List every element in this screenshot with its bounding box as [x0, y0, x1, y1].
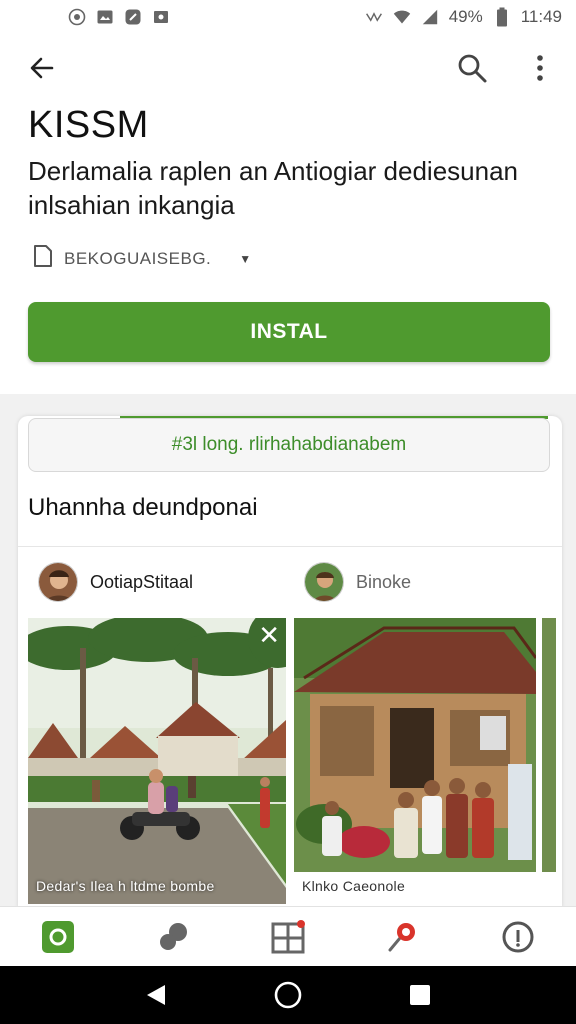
recents-square-icon[interactable] [400, 975, 440, 1015]
content-card: #3l long. rlirhahabdianabem Uhannha deun… [18, 416, 562, 908]
avatar [38, 562, 78, 602]
banner-text: #3l long. rlirhahabdianabem [171, 434, 407, 455]
system-navigation [0, 966, 576, 1024]
promo-banner[interactable]: #3l long. rlirhahabdianabem [28, 418, 550, 472]
meta-label: BEKOGUAISEBG. [64, 248, 212, 268]
avatar [304, 562, 344, 602]
photo-caption: Dedar's Ilea h ltdme bombe [36, 878, 215, 894]
grid-icon[interactable] [268, 917, 308, 957]
gallery-icon [96, 8, 114, 26]
more-vert-icon[interactable] [522, 50, 558, 86]
signal-icon [421, 8, 439, 26]
close-icon[interactable]: ✕ [258, 620, 280, 651]
radio-icon [68, 8, 86, 26]
photo-caption: Klnko Caeonole [302, 878, 406, 894]
clock: 11:49 [520, 7, 562, 26]
info-icon[interactable] [498, 917, 538, 957]
shield-icon [124, 8, 142, 26]
card-divider [18, 546, 562, 547]
post-author-2[interactable]: Binoke [304, 562, 411, 602]
back-arrow-icon[interactable] [24, 50, 60, 86]
battery-percent: 49% [448, 7, 483, 26]
document-icon [32, 244, 54, 273]
wifi-icon [393, 8, 411, 26]
home-circle-icon[interactable] [268, 975, 308, 1015]
author-name: Binoke [356, 571, 412, 592]
card-heading: Uhannha deundponai [28, 494, 258, 521]
offers-icon[interactable] [383, 917, 423, 957]
bottom-navigation [0, 906, 576, 966]
battery-icon [493, 7, 511, 27]
app-bar [0, 40, 576, 96]
apps-icon[interactable] [38, 917, 78, 957]
status-right-icons: 49% 11:49 [365, 7, 562, 27]
post-photo-2[interactable] [294, 618, 536, 872]
games-icon[interactable] [153, 917, 193, 957]
status-left-icons [68, 8, 170, 26]
app-description: Derlamalia raplen an Antiogiar dediesuna… [28, 156, 518, 220]
search-icon[interactable] [454, 50, 490, 86]
author-name: OotiapStitaal [90, 571, 194, 592]
install-button[interactable]: INSTAL [28, 302, 550, 362]
app-title: KISSM [28, 104, 149, 146]
post-photo-3-partial[interactable] [542, 618, 556, 872]
post-photo-1[interactable]: ✕ Dedar's Ilea h ltdme bombe [28, 618, 286, 904]
status-bar: 49% 11:49 [0, 0, 576, 34]
back-triangle-icon[interactable] [136, 975, 176, 1015]
photo-icon [152, 8, 170, 26]
chevron-down-icon: ▼ [239, 251, 252, 266]
meta-dropdown[interactable]: BEKOGUAISEBG. ▼ [32, 244, 252, 273]
post-author-1[interactable]: OotiapStitaal [38, 562, 193, 602]
vibrate-icon [365, 8, 383, 26]
app-bar-actions [454, 50, 558, 86]
